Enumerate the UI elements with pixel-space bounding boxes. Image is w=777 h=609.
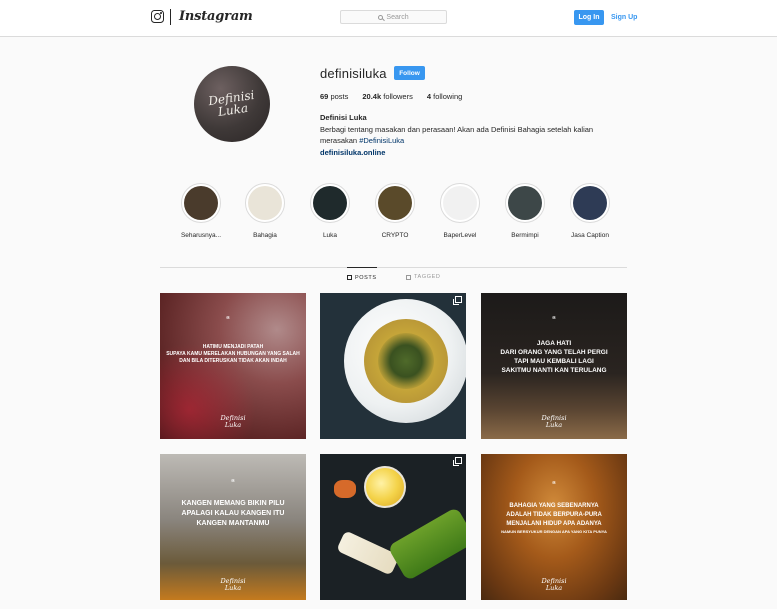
multiple-photos-icon [453, 457, 462, 466]
avatar-logo: Definisi Luka [207, 88, 256, 119]
drink-glass [364, 466, 406, 508]
post-caption: Kangen memang bikin pilu apalagi kalau k… [164, 499, 302, 529]
post-tile[interactable]: “ Hatimu menjadi patah supaya kamu merel… [160, 293, 306, 439]
highlight-cover [248, 186, 282, 220]
followers-count: 20.4k [362, 92, 382, 101]
highlight-cover [573, 186, 607, 220]
caption-line: menjalani hidup apa adanya [506, 521, 602, 527]
caption-line: Bahagia yang sebenarnya [509, 503, 599, 509]
profile-username: definisiluka [320, 66, 387, 81]
caption-line: Jaga hati [536, 340, 572, 347]
caption-line: sakitmu nanti kan terulang [501, 367, 607, 374]
tab-posts[interactable]: POSTS [347, 267, 377, 287]
highlight-ring [375, 183, 415, 223]
search-input[interactable]: Search [340, 10, 447, 24]
caption-line: dari orang yang telah pergi [500, 349, 608, 356]
highlight-ring [310, 183, 350, 223]
nav-divider [170, 9, 171, 25]
chips-can [387, 506, 466, 582]
quote-mark: “ [552, 315, 556, 324]
highlight-item[interactable]: Jasa Caption [550, 183, 630, 239]
signup-link[interactable]: Sign Up [611, 10, 637, 25]
bio-line-1: Berbagi tentang masakan dan perasaan! Ak… [320, 125, 594, 134]
signature-line: Luka [224, 584, 242, 592]
food-greens [378, 333, 434, 389]
multiple-photos-icon [453, 296, 462, 305]
highlight-cover [184, 186, 218, 220]
caption-line: adalah tidak berpura-pura [506, 512, 602, 518]
post-signature: Definisi Luka [160, 578, 306, 592]
caption-line: tapi mau kembali lagi [514, 358, 594, 365]
highlight-cover [313, 186, 347, 220]
post-caption: Bahagia yang sebenarnya adalah tidak ber… [485, 502, 623, 535]
post-caption: Hatimu menjadi patah supaya kamu merelak… [164, 344, 302, 365]
search-icon [378, 14, 384, 20]
caption-line: Kangen memang bikin pilu [181, 500, 285, 507]
signature-line: Luka [224, 421, 242, 429]
highlight-ring [505, 183, 545, 223]
post-caption: Jaga hati dari orang yang telah pergi ta… [485, 339, 623, 375]
quote-mark: “ [226, 315, 230, 324]
caption-line: supaya kamu merelakan hubungan yang sala… [166, 351, 300, 357]
bio-line-2: merasakan #DefinisiLuka [320, 135, 620, 146]
profile-stats: 69 posts 20.4k followers 4 following [320, 92, 462, 101]
grid-icon [347, 275, 352, 280]
highlight-ring [245, 183, 285, 223]
caption-line: Hatimu menjadi patah [202, 344, 264, 350]
caption-line: namun bersyukur dengan apa yang kita pun… [501, 529, 607, 534]
following-stat-label: following [433, 92, 463, 101]
tab-posts-label: POSTS [355, 274, 377, 281]
highlight-ring [181, 183, 221, 223]
post-tile[interactable]: “ Kangen memang bikin pilu apalagi kalau… [160, 454, 306, 600]
search-placeholder: Search [386, 13, 409, 21]
highlight-cover [508, 186, 542, 220]
bio-hashtag[interactable]: #DefinisiLuka [359, 136, 404, 145]
post-tile[interactable] [320, 454, 466, 600]
post-tile[interactable]: “ Jaga hati dari orang yang telah pergi … [481, 293, 627, 439]
caption-line: kangen mantanmu [196, 520, 270, 527]
highlight-cover [443, 186, 477, 220]
posts-stat: 69 posts [320, 92, 348, 101]
highlight-ring [570, 183, 610, 223]
followers-stat-label: followers [383, 92, 413, 101]
flower [334, 480, 356, 498]
post-signature: Definisi Luka [481, 415, 627, 429]
highlight-cover [378, 186, 412, 220]
highlight-ring [440, 183, 480, 223]
profile-full-name: Definisi Luka [320, 113, 367, 122]
follow-button[interactable]: Follow [394, 66, 425, 80]
top-nav: Instagram Search Log In Sign Up [0, 0, 777, 37]
following-count: 4 [426, 92, 432, 101]
caption-line: dan bila diteruskan tidak akan indah [179, 358, 287, 364]
bio-line-2-text: merasakan [320, 136, 358, 145]
posts-stat-label: posts [330, 92, 349, 101]
post-signature: Definisi Luka [160, 415, 306, 429]
quote-mark: “ [231, 478, 235, 487]
post-tile[interactable]: “ Bahagia yang sebenarnya adalah tidak b… [481, 454, 627, 600]
tab-tagged-label: TAGGED [414, 274, 441, 280]
caption-line: apalagi kalau kangen itu [181, 510, 285, 517]
post-tile[interactable] [320, 293, 466, 439]
tabs-divider [160, 267, 627, 268]
signature-line: Luka [545, 584, 563, 592]
profile-website-link[interactable]: definisiluka.online [320, 148, 385, 157]
followers-stat[interactable]: 20.4k followers [362, 92, 412, 101]
quote-mark: “ [552, 480, 556, 489]
profile-avatar[interactable]: Definisi Luka [194, 66, 270, 142]
camera-icon[interactable] [151, 10, 164, 23]
highlight-label: Jasa Caption [571, 232, 609, 239]
login-button[interactable]: Log In [574, 10, 604, 25]
tab-tagged[interactable]: TAGGED [406, 267, 440, 287]
following-stat[interactable]: 4 following [427, 92, 462, 101]
instagram-wordmark[interactable]: Instagram [179, 9, 253, 24]
profile-bio: Berbagi tentang masakan dan perasaan! Ak… [320, 124, 620, 146]
posts-count: 69 [320, 92, 329, 101]
tagged-icon [406, 274, 411, 280]
signature-line: Luka [545, 421, 563, 429]
post-signature: Definisi Luka [481, 578, 627, 592]
